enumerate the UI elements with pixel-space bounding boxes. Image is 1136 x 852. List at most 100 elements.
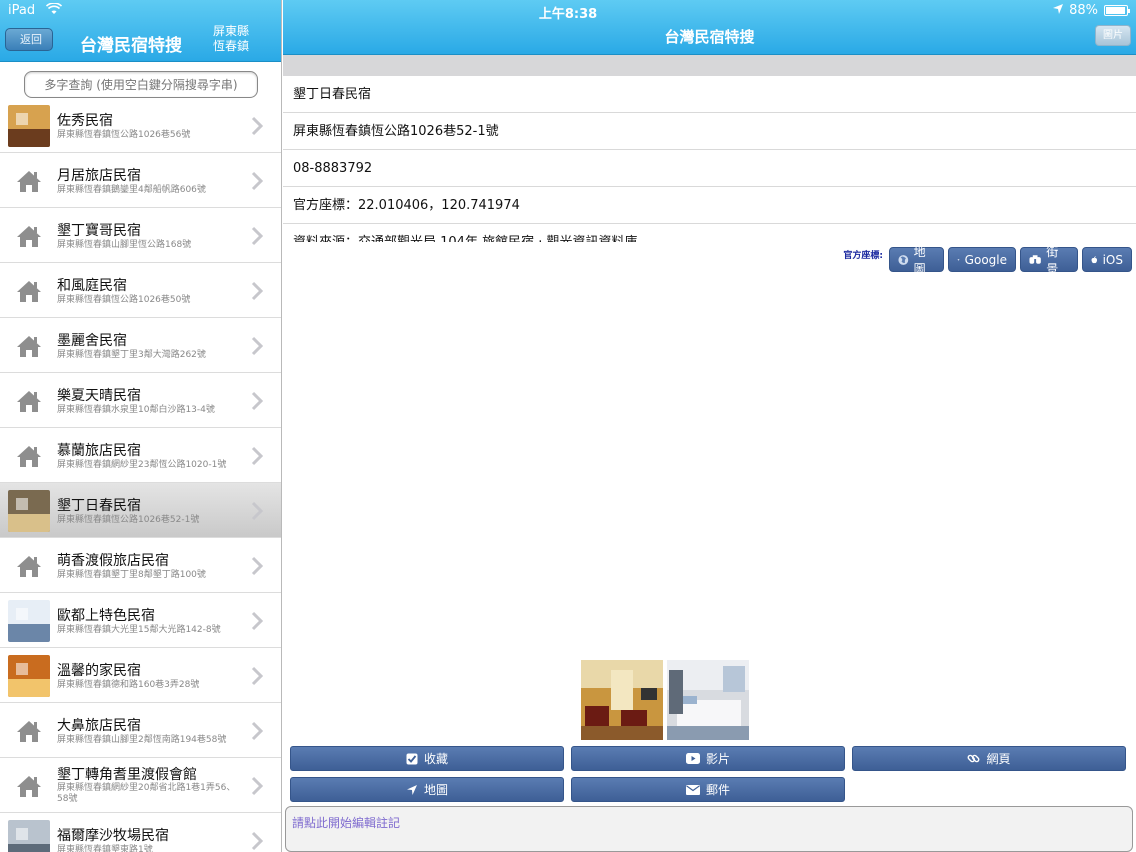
coord-ios-label: iOS (1102, 252, 1123, 267)
list-item-name: 溫馨的家民宿 (57, 663, 141, 679)
link-icon (968, 754, 980, 763)
detail-coords: 官方座標：22.010406，120.741974 (283, 187, 1136, 224)
home-icon (17, 336, 41, 357)
chevron-right-icon (251, 776, 264, 796)
website-button[interactable]: 網頁 (852, 746, 1126, 771)
list-item-address: 屏東縣恆春鎮山腳里恆公路168號 (57, 240, 192, 250)
list-item[interactable]: 慕蘭旅店民宿 屏東縣恆春鎮網紗里23鄰恆公路1020-1號 (0, 428, 281, 483)
chevron-right-icon (251, 391, 264, 411)
map-button[interactable]: 地圖 (290, 777, 564, 802)
coord-map-label: 地圖 (913, 244, 926, 276)
list-item[interactable]: 墾丁日春民宿 屏東縣恆春鎮恆公路1026巷52-1號 (0, 483, 281, 538)
home-icon (17, 171, 41, 192)
chevron-right-icon (251, 556, 264, 576)
map-label: 地圖 (423, 783, 448, 797)
clock: 上午8:38 (538, 7, 598, 22)
list-item-name: 墾丁轉角耆里渡假會館 (57, 767, 197, 783)
list-item[interactable]: 和風庭民宿 屏東縣恆春鎮恆公路1026巷50號 (0, 263, 281, 318)
list-item[interactable]: 墨麗舍民宿 屏東縣恆春鎮墾丁里3鄰大灣路262號 (0, 318, 281, 373)
battery-icon (1104, 5, 1130, 16)
search-input[interactable] (24, 71, 258, 98)
chevron-right-icon (251, 226, 264, 246)
chevron-right-icon (251, 666, 264, 686)
list-item-address: 屏東縣恆春鎮網紗里23鄰恆公路1020-1號 (57, 460, 227, 470)
list-item-address: 屏東縣恆春鎮恆公路1026巷52-1號 (57, 515, 200, 525)
bnb-thumbnail (8, 655, 50, 697)
list-item-name: 佐秀民宿 (57, 113, 113, 129)
mail-label: 郵件 (705, 783, 730, 797)
note-textarea[interactable]: 請點此開始編輯註記 (285, 806, 1133, 852)
bnb-thumbnail (8, 490, 50, 532)
navigation-arrow-icon (406, 784, 417, 795)
list-item-name: 樂夏天晴民宿 (57, 388, 141, 404)
list-item[interactable]: 樂夏天晴民宿 屏東縣恆春鎮水泉里10鄰白沙路13-4號 (0, 373, 281, 428)
list-item[interactable]: 福爾摩沙牧場民宿 屏東縣恆春鎮墾東路1號 (0, 813, 281, 852)
detail-source: 資料來源：交通部觀光局 104年 旅館民宿 · 觀光資訊資料庫 (283, 224, 1136, 242)
status-bar: iPad 上午8:38 88% (0, 0, 1136, 22)
envelope-icon (685, 784, 700, 795)
chevron-right-icon (251, 446, 264, 466)
list-item-address: 屏東縣恆春鎮大光里15鄰大光路142-8號 (57, 625, 221, 635)
list-item[interactable]: 溫馨的家民宿 屏東縣恆春鎮德和路160巷3弄28號 (0, 648, 281, 703)
list-item[interactable]: 歐都上特色民宿 屏東縣恆春鎮大光里15鄰大光路142-8號 (0, 593, 281, 648)
master-list-pane: 返回 台灣民宿特搜 屏東縣 恆春鎮 佐秀民宿屏東縣恆春鎮恆公路1026巷56號月… (0, 0, 282, 852)
home-icon (17, 556, 41, 577)
list-item-name: 大鼻旅店民宿 (57, 718, 141, 734)
list-item[interactable]: 月居旅店民宿 屏東縣恆春鎮鵝鑾里4鄰船帆路606號 (0, 153, 281, 208)
navigation-arrow-icon (957, 258, 960, 261)
chevron-right-icon (251, 611, 264, 631)
left-nav-title: 台灣民宿特搜 (80, 36, 182, 56)
apple-icon (1091, 255, 1098, 263)
list-item-name: 福爾摩沙牧場民宿 (57, 828, 169, 844)
coord-street-view-label: 街景 (1046, 244, 1059, 276)
video-button[interactable]: 影片 (571, 746, 845, 771)
list-item-address: 屏東縣恆春鎮鵝鑾里4鄰船帆路606號 (57, 185, 206, 195)
chevron-right-icon (251, 171, 264, 191)
list-item[interactable]: 墾丁轉角耆里渡假會館 屏東縣恆春鎮網紗里20鄰省北路1巷1弄56、58號 (0, 758, 281, 813)
list-item[interactable]: 大鼻旅店民宿 屏東縣恆春鎮山腳里2鄰恆南路194巷58號 (0, 703, 281, 758)
globe-icon (898, 254, 909, 265)
chevron-right-icon (251, 336, 264, 356)
photo-bedroom[interactable] (667, 660, 749, 740)
detail-address[interactable]: 屏東縣恆春鎮恆公路1026巷52-1號 (283, 113, 1136, 150)
mail-button[interactable]: 郵件 (571, 777, 845, 802)
list-item-name: 墾丁日春民宿 (57, 498, 141, 514)
detail-name: 墾丁日春民宿 (283, 76, 1136, 113)
back-button[interactable]: 返回 (5, 28, 53, 51)
list-item-address: 屏東縣恆春鎮墾丁里3鄰大灣路262號 (57, 350, 206, 360)
coord-street-view-button[interactable]: 街景 (1020, 245, 1078, 276)
coord-map-button[interactable]: 地圖 (889, 245, 944, 276)
region-county: 屏東縣 (212, 24, 249, 38)
list-item[interactable]: 萌香渡假旅店民宿 屏東縣恆春鎮墾丁里8鄰墾丁路100號 (0, 538, 281, 593)
list-item-name: 慕蘭旅店民宿 (57, 443, 141, 459)
list-item-name: 和風庭民宿 (57, 278, 127, 294)
bnb-thumbnail (8, 820, 50, 852)
photo-gallery (581, 660, 749, 740)
photos-button[interactable]: 圖片 (1095, 25, 1131, 46)
coord-ios-button[interactable]: iOS (1082, 247, 1132, 272)
detail-phone[interactable]: 08-8883792 (283, 150, 1136, 187)
list-item-name: 墨麗舍民宿 (57, 333, 127, 349)
list-item-address: 屏東縣恆春鎮網紗里20鄰省北路1巷1弄56、58號 (57, 783, 236, 804)
favorite-button[interactable]: 收藏 (290, 746, 564, 771)
photo-lobby[interactable] (581, 660, 663, 740)
list-item[interactable]: 墾丁寶哥民宿 屏東縣恆春鎮山腳里恆公路168號 (0, 208, 281, 263)
location-arrow-icon (1053, 3, 1064, 18)
region-filter-button[interactable]: 屏東縣 恆春鎮 (211, 24, 251, 54)
list-item-address: 屏東縣恆春鎮墾丁里8鄰墾丁路100號 (57, 570, 206, 580)
chevron-right-icon (251, 831, 264, 851)
home-icon (17, 281, 41, 302)
region-town: 恆春鎮 (212, 39, 249, 53)
list-item-name: 萌香渡假旅店民宿 (57, 553, 169, 569)
chevron-right-icon (251, 721, 264, 741)
favorite-label: 收藏 (423, 752, 448, 766)
coord-google-button[interactable]: Google (948, 247, 1016, 272)
list-item[interactable]: 佐秀民宿 屏東縣恆春鎮恆公路1026巷56號 (0, 98, 281, 153)
video-play-icon (685, 753, 700, 764)
coord-label: 官方座標: (843, 251, 883, 261)
home-icon (17, 776, 41, 797)
battery-percent: 88% (1069, 3, 1098, 18)
list-item-name: 歐都上特色民宿 (57, 608, 155, 624)
list-item-address: 屏東縣恆春鎮恆公路1026巷56號 (57, 130, 191, 140)
chevron-right-icon (251, 281, 264, 301)
